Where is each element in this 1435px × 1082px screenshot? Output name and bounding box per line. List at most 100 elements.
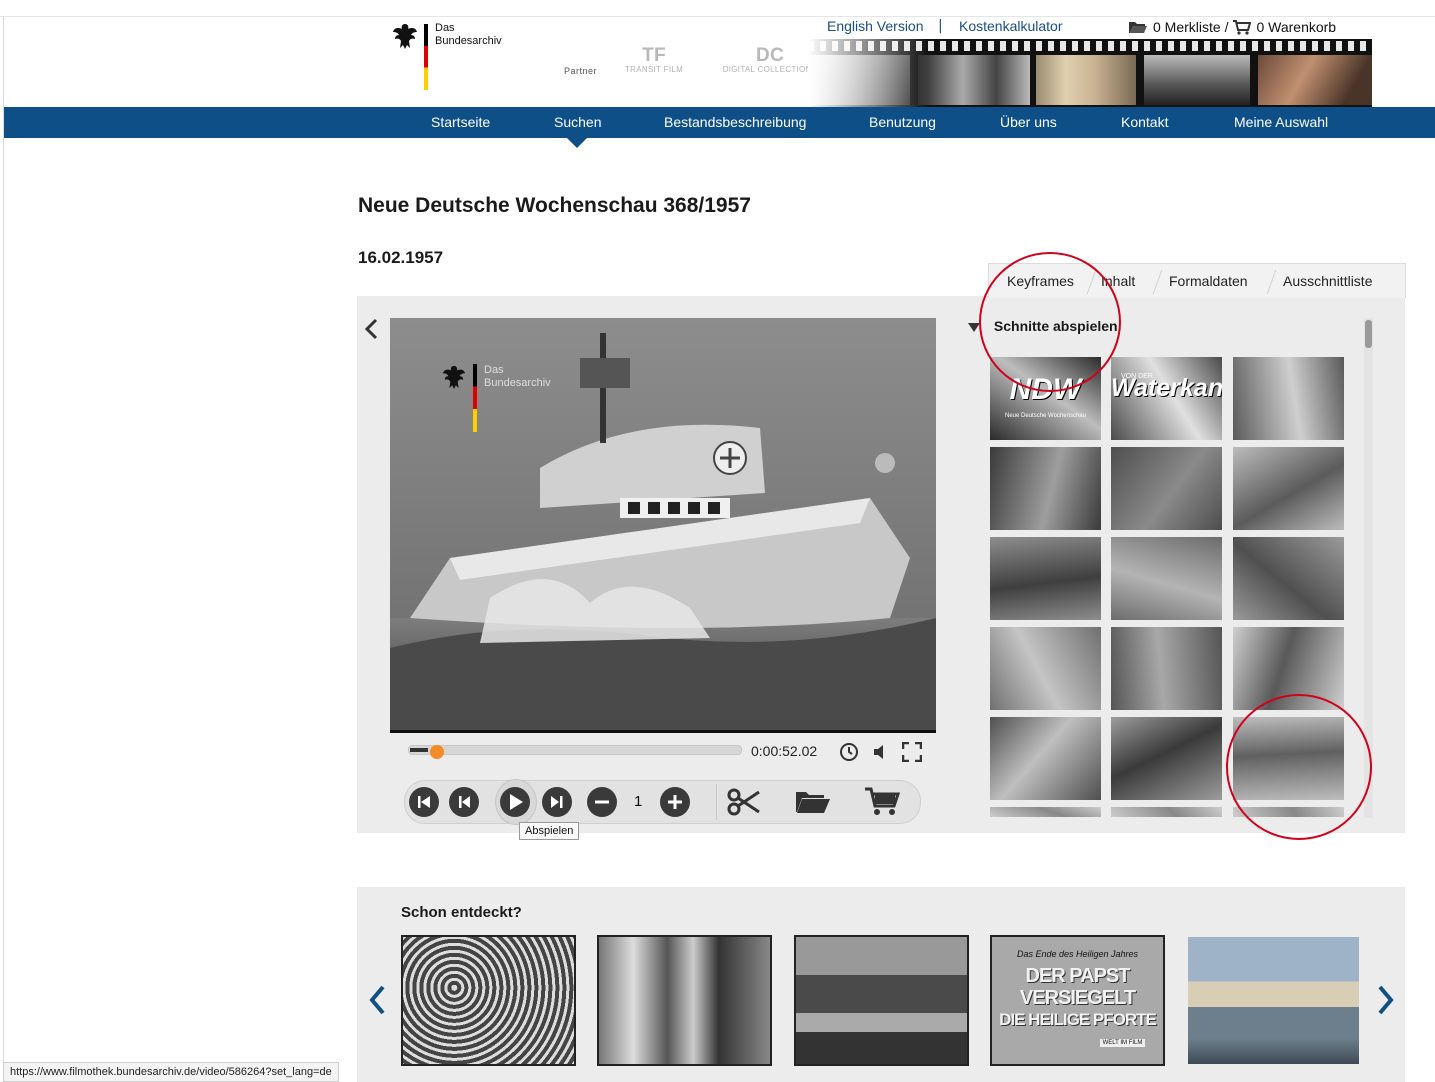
chevron-left-icon[interactable] <box>364 318 378 340</box>
watermark-line-1: Das <box>484 364 504 376</box>
watermark-line-2: Bundesarchiv <box>484 377 551 389</box>
clock-icon[interactable] <box>839 742 859 762</box>
discover-thumb-kitchen[interactable] <box>597 935 772 1066</box>
video-player[interactable]: Das Bundesarchiv <box>390 318 936 733</box>
kostenkalkulator-link[interactable]: Kostenkalkulator <box>959 18 1063 34</box>
keyframe-thumbnail[interactable] <box>990 447 1101 530</box>
papst-thumb-top: Das Ende des Heiligen Jahres <box>1016 949 1139 959</box>
tab-formaldaten[interactable]: Formaldaten <box>1169 273 1248 289</box>
logo-line-2: Bundesarchiv <box>435 35 502 47</box>
page-title: Neue Deutsche Wochenschau 368/1957 <box>358 194 751 217</box>
play-button[interactable] <box>495 779 537 825</box>
keyframe-thumbnail[interactable] <box>1233 717 1344 800</box>
keyframe-thumbnail[interactable] <box>1111 807 1222 817</box>
film-frame-politicians <box>1036 55 1136 105</box>
keyframe-thumbnail[interactable] <box>1233 807 1344 817</box>
logo-text: Das Bundesarchiv <box>435 22 502 48</box>
film-fade <box>808 39 928 107</box>
cart-icon <box>1233 19 1252 35</box>
keyframe-thumbnail[interactable] <box>1111 447 1222 530</box>
keyframe-thumbnail[interactable] <box>1111 627 1222 710</box>
nav-meine-auswahl[interactable]: Meine Auswahl <box>1234 107 1328 138</box>
previous-frame-button[interactable] <box>449 787 479 817</box>
add-to-cart-icon[interactable] <box>864 786 900 816</box>
progress-fill <box>410 748 428 752</box>
merkliste-link[interactable]: 0 Merkliste / <box>1153 19 1228 35</box>
fullscreen-icon[interactable] <box>902 742 922 762</box>
nav-suchen[interactable]: Suchen <box>554 107 601 138</box>
english-version-link[interactable]: English Version <box>827 18 924 34</box>
speed-increase-button[interactable] <box>660 787 690 817</box>
discover-thumb-crowd[interactable] <box>401 935 576 1066</box>
keyframe-thumbnail[interactable]: NDW Neue Deutsche Wochenschau <box>990 357 1101 440</box>
active-nav-indicator <box>567 138 587 148</box>
main-nav: Startseite Suchen Bestandsbeschreibung B… <box>4 107 1435 138</box>
keyframe-thumbnail[interactable] <box>990 537 1101 620</box>
keyframe-thumbnail[interactable] <box>1233 357 1344 440</box>
play-icon <box>500 787 530 817</box>
nav-startseite[interactable]: Startseite <box>431 107 490 138</box>
nav-kontakt[interactable]: Kontakt <box>1121 107 1168 138</box>
keyframe-thumbnail[interactable] <box>1233 627 1344 710</box>
keyframe-thumbnail[interactable]: VON DER Waterkant <box>1111 357 1222 440</box>
nav-benutzung[interactable]: Benutzung <box>869 107 936 138</box>
folder-open-icon[interactable] <box>794 788 832 816</box>
discover-thumb-papst[interactable]: Das Ende des Heiligen Jahres DER PAPST V… <box>990 935 1165 1066</box>
digital-collections-name: DIGITAL COLLECTIONS <box>722 65 818 74</box>
film-frame-people <box>918 55 1030 105</box>
logo-line-1: Das <box>435 22 455 34</box>
keyframe-thumbnail[interactable] <box>1233 537 1344 620</box>
tab-inhalt[interactable]: Inhalt <box>1101 273 1135 289</box>
discover-thumb-color-building[interactable] <box>1186 935 1361 1066</box>
film-frame-crowd <box>1258 55 1372 105</box>
scissors-icon[interactable] <box>727 788 761 816</box>
tab-keyframes[interactable]: Keyframes <box>1007 273 1074 289</box>
header-filmstrip <box>808 39 1372 107</box>
digital-collections-mark: DC <box>755 45 785 66</box>
keyframe-subtitle-text: Neue Deutsche Wochenschau <box>1005 413 1086 419</box>
nav-bestandsbeschreibung[interactable]: Bestandsbeschreibung <box>664 107 806 138</box>
warenkorb-link[interactable]: 0 Warenkorb <box>1256 19 1336 35</box>
page-left-border <box>3 16 4 1082</box>
transit-film-logo[interactable]: TF TRANSIT FILM <box>618 46 690 74</box>
progress-bar[interactable] <box>408 745 742 755</box>
chevron-right-icon[interactable] <box>1377 985 1395 1015</box>
step-back-icon <box>459 796 470 808</box>
folder-icon <box>1129 22 1147 33</box>
keyframe-thumbnail[interactable] <box>990 717 1101 800</box>
keyframe-thumbnail[interactable] <box>1233 447 1344 530</box>
chevron-left-icon[interactable] <box>368 985 386 1015</box>
volume-icon[interactable] <box>872 744 888 760</box>
partner-label: Partner <box>564 66 598 76</box>
keyframe-thumbnail[interactable] <box>990 807 1101 817</box>
next-frame-button[interactable] <box>542 787 572 817</box>
progress-handle[interactable] <box>430 745 444 759</box>
keyframe-thumbnail[interactable] <box>1111 537 1222 620</box>
play-tooltip: Abspielen <box>519 822 580 840</box>
speed-value: 1 <box>634 793 643 810</box>
bundesarchiv-logo[interactable]: Das Bundesarchiv <box>392 22 522 92</box>
watermark-flag <box>473 364 477 432</box>
time-display: 0:00:52.02 <box>751 743 818 759</box>
speed-decrease-button[interactable] <box>587 787 617 817</box>
video-frame-ship <box>390 318 936 730</box>
discover-thumb-road[interactable] <box>794 935 969 1066</box>
schnitte-abspielen-toggle[interactable]: Schnitte abspielen <box>968 318 1118 334</box>
keyframe-thumbnail[interactable] <box>1111 717 1222 800</box>
papst-thumb-line-2: VERSIEGELT <box>1019 987 1136 1009</box>
digital-collections-logo[interactable]: DC DIGITAL COLLECTIONS <box>718 46 822 74</box>
tab-ausschnittliste[interactable]: Ausschnittliste <box>1283 273 1372 289</box>
keyframes-scrollbar[interactable] <box>1364 318 1373 818</box>
keyframe-thumbnail[interactable] <box>990 627 1101 710</box>
schnitte-abspielen-label: Schnitte abspielen <box>993 318 1118 334</box>
browser-top-bar <box>0 0 1435 17</box>
papst-thumb-line-1: DER PAPST <box>1025 965 1131 987</box>
nav-ueber-uns[interactable]: Über uns <box>1000 107 1057 138</box>
keyframe-title-text: Waterkant <box>1111 374 1222 402</box>
skip-start-icon <box>418 796 430 808</box>
page-date: 16.02.1957 <box>358 248 444 267</box>
detail-tabs: Keyframes Inhalt Formaldaten Ausschnittl… <box>988 263 1406 298</box>
discover-title: Schon entdeckt? <box>401 904 522 921</box>
skip-start-button[interactable] <box>409 787 439 817</box>
link-separator: | <box>938 18 943 34</box>
